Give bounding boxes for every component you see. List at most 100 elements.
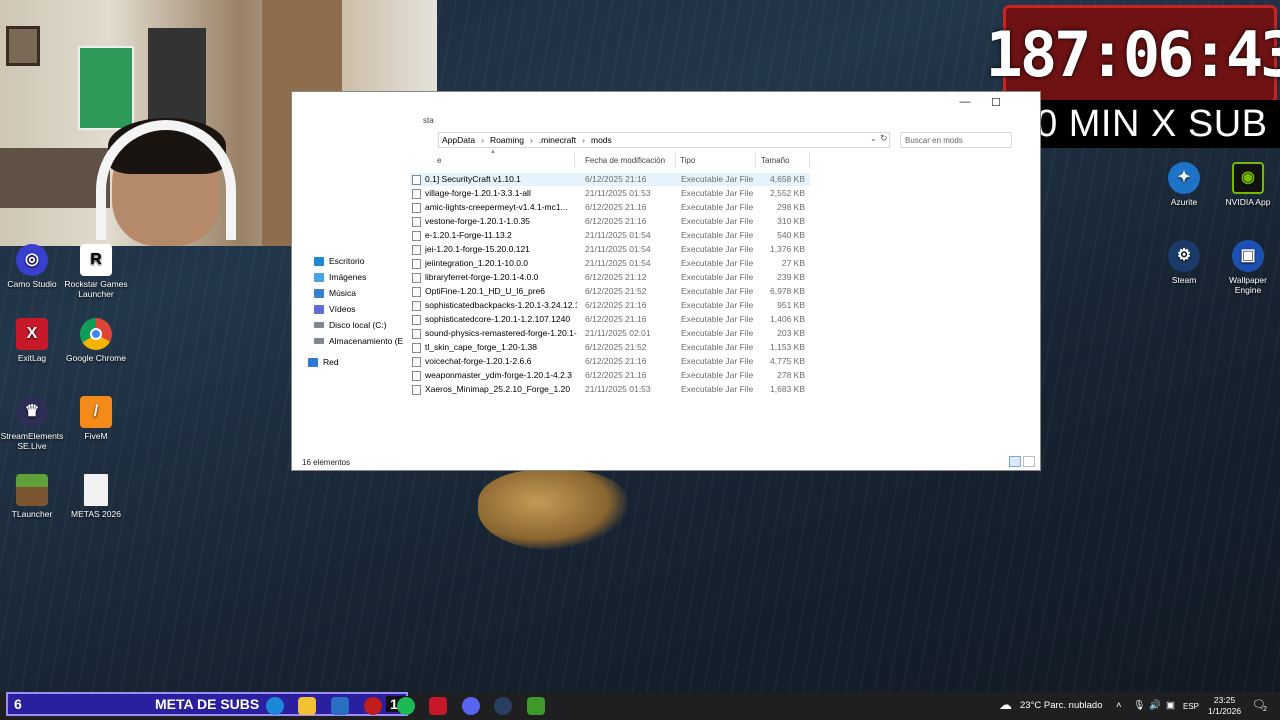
exitlag-icon[interactable] bbox=[429, 697, 447, 715]
table-row[interactable]: libraryferret-forge-1.20.1-4.0.0 6/12/202… bbox=[410, 271, 810, 284]
desktop-icon-nvidia[interactable]: ◉ NVIDIA App bbox=[1216, 162, 1280, 207]
nav-item-imagenes[interactable]: Imágenes bbox=[314, 272, 366, 282]
desktop-icon-streamelements[interactable]: ♛ StreamElements SE.Live bbox=[0, 396, 64, 451]
file-name: sophisticatedcore-1.20.1-1.2.107.1240 bbox=[425, 314, 571, 324]
file-date: 21/11/2025 01:54 bbox=[585, 230, 651, 240]
details-view-icon[interactable] bbox=[1009, 456, 1021, 467]
desktop-icon-tlauncher[interactable]: TLauncher bbox=[0, 474, 64, 519]
nav-label: Disco local (C:) bbox=[329, 320, 387, 330]
title-bar[interactable]: — ☐ bbox=[292, 92, 1040, 114]
wall-picture bbox=[6, 26, 40, 66]
file-explorer-window[interactable]: — ☐ sta AppData › Roaming › .minecraft ›… bbox=[291, 91, 1041, 471]
discord-icon[interactable] bbox=[462, 697, 480, 715]
refresh-icon[interactable]: ↻ bbox=[880, 133, 888, 144]
breadcrumb-mods[interactable]: mods bbox=[591, 135, 612, 145]
camo-icon: ◎ bbox=[16, 244, 48, 276]
breadcrumb-minecraft[interactable]: .minecraft bbox=[539, 135, 576, 145]
desktop-icon-azurite[interactable]: ✦ Azurite bbox=[1152, 162, 1216, 207]
spotify-icon[interactable] bbox=[397, 697, 415, 715]
drive-icon bbox=[314, 338, 324, 344]
file-size: 6,978 KB bbox=[770, 286, 805, 296]
steam-icon: ⚙ bbox=[1168, 240, 1200, 272]
drive-icon bbox=[314, 322, 324, 328]
nav-item-disco-local[interactable]: Disco local (C:) bbox=[314, 320, 387, 330]
tlauncher-icon[interactable] bbox=[527, 697, 545, 715]
desktop-icon-wallpaper-engine[interactable]: ▣ Wallpaper Engine bbox=[1216, 240, 1280, 295]
desktop-icon-exitlag[interactable]: X ExitLag bbox=[0, 318, 64, 363]
file-size: 4,775 KB bbox=[770, 356, 805, 366]
table-row[interactable]: OptiFine-1.20.1_HD_U_I6_pre6 6/12/2025 21… bbox=[410, 285, 810, 298]
file-name: voicechat-forge-1.20.1-2.6.6 bbox=[425, 356, 532, 366]
file-name: OptiFine-1.20.1_HD_U_I6_pre6 bbox=[425, 286, 546, 296]
desktop-icon-metas-2026[interactable]: METAS 2026 bbox=[64, 474, 128, 519]
breadcrumb-appdata[interactable]: AppData bbox=[442, 135, 475, 145]
table-row[interactable]: jeiintegration_1.20.1-10.0.0 21/11/2025 0… bbox=[410, 257, 810, 270]
desktop-icon-chrome[interactable]: Google Chrome bbox=[64, 318, 128, 363]
file-explorer-icon[interactable] bbox=[298, 697, 316, 715]
table-row[interactable]: 0.1] SecurityCraft v1.10.1 6/12/2025 21:1… bbox=[410, 173, 810, 186]
fivem-icon: / bbox=[80, 396, 112, 428]
weather-icon[interactable]: ☁ bbox=[999, 697, 1012, 713]
breadcrumb-roaming[interactable]: Roaming bbox=[490, 135, 524, 145]
nav-item-musica[interactable]: Música bbox=[314, 288, 356, 298]
column-type[interactable]: Tipo bbox=[680, 156, 695, 165]
breadcrumb-chevron-icon: › bbox=[582, 135, 585, 145]
maximize-button[interactable]: ☐ bbox=[988, 96, 1004, 110]
column-date[interactable]: Fecha de modificación bbox=[585, 156, 665, 165]
nav-item-videos[interactable]: Vídeos bbox=[314, 304, 355, 314]
chevron-up-icon[interactable]: ˄ bbox=[1116, 700, 1122, 711]
file-type: Executable Jar File bbox=[681, 188, 754, 198]
desktop-icon-camo-studio[interactable]: ◎ Camo Studio bbox=[0, 244, 64, 289]
weather-text[interactable]: 23°C Parc. nublado bbox=[1020, 700, 1103, 711]
large-icons-view-icon[interactable] bbox=[1023, 456, 1035, 467]
desktop-icon-rockstar[interactable]: R Rockstar Games Launcher bbox=[64, 244, 128, 299]
table-row[interactable]: tl_skin_cape_forge_1.20-1.38 6/12/2025 21… bbox=[410, 341, 810, 354]
file-date: 6/12/2025 21:52 bbox=[585, 342, 647, 352]
file-size: 278 KB bbox=[777, 370, 805, 380]
videos-folder-icon bbox=[314, 304, 324, 314]
nav-item-escritorio[interactable]: Escritorio bbox=[314, 256, 364, 266]
jar-file-icon bbox=[412, 217, 421, 227]
table-row[interactable]: sound-physics-remastered-forge-1.20.1-..… bbox=[410, 327, 810, 340]
obs-icon[interactable] bbox=[364, 697, 382, 715]
desktop-icon-steam[interactable]: ⚙ Steam bbox=[1152, 240, 1216, 285]
network-icon[interactable]: ▣ bbox=[1166, 700, 1175, 711]
address-bar[interactable]: AppData › Roaming › .minecraft › mods bbox=[438, 132, 890, 148]
address-dropdown-icon[interactable]: ⌄ bbox=[870, 134, 877, 143]
nav-item-almacenamiento[interactable]: Almacenamiento (E bbox=[314, 336, 403, 346]
table-row[interactable]: sophisticatedcore-1.20.1-1.2.107.1240 6/1… bbox=[410, 313, 810, 326]
column-divider[interactable] bbox=[675, 152, 676, 168]
search-input[interactable]: Buscar en mods bbox=[900, 132, 1012, 148]
steam-icon[interactable] bbox=[494, 697, 512, 715]
file-type: Executable Jar File bbox=[681, 370, 754, 380]
language-indicator[interactable]: ESP bbox=[1183, 702, 1199, 711]
table-row[interactable]: e-1.20.1-Forge-11.13.2 21/11/2025 01:54 Ex… bbox=[410, 229, 810, 242]
table-row[interactable]: Xaeros_Minimap_25.2.10_Forge_1.20 21/11/2… bbox=[410, 383, 810, 396]
table-row[interactable]: weaponmaster_ydm-forge-1.20.1-4.2.3 6/12/… bbox=[410, 369, 810, 382]
column-divider[interactable] bbox=[809, 152, 810, 168]
table-row[interactable]: voicechat-forge-1.20.1-2.6.6 6/12/2025 21… bbox=[410, 355, 810, 368]
microphone-icon[interactable]: 🎙 bbox=[1133, 700, 1145, 711]
jar-file-icon bbox=[412, 385, 421, 395]
table-row[interactable]: vestone-forge-1.20.1-1.0.35 6/12/2025 21:… bbox=[410, 215, 810, 228]
minimize-button[interactable]: — bbox=[957, 96, 973, 110]
ribbon-tab-fragment[interactable]: sta bbox=[423, 116, 434, 125]
column-name[interactable]: e bbox=[437, 156, 441, 165]
virtualbox-icon[interactable] bbox=[331, 697, 349, 715]
file-name: tl_skin_cape_forge_1.20-1.38 bbox=[425, 342, 537, 352]
table-row[interactable]: jei-1.20.1-forge-15.20.0.121 21/11/2025 0… bbox=[410, 243, 810, 256]
column-size[interactable]: Tamaño bbox=[761, 156, 789, 165]
table-row[interactable]: village-forge-1.20.1-3.3.1-all 21/11/2025… bbox=[410, 187, 810, 200]
file-size: 1,376 KB bbox=[770, 244, 805, 254]
desktop-icon-fivem[interactable]: / FiveM bbox=[64, 396, 128, 441]
column-divider[interactable] bbox=[574, 152, 575, 168]
table-row[interactable]: sophisticatedbackpacks-1.20.1-3.24.12.14… bbox=[410, 299, 810, 312]
system-clock[interactable]: 23:25 1/1/2026 bbox=[1208, 695, 1241, 717]
tlauncher-icon bbox=[16, 474, 48, 506]
edge-icon[interactable] bbox=[266, 697, 284, 715]
nav-item-red[interactable]: Red bbox=[308, 357, 339, 367]
file-type: Executable Jar File bbox=[681, 202, 754, 212]
volume-icon[interactable]: 🔊 bbox=[1149, 700, 1161, 711]
table-row[interactable]: amic-lights-creepermeyt-v1.4.1-mc1... 6/1… bbox=[410, 201, 810, 214]
column-divider[interactable] bbox=[755, 152, 756, 168]
